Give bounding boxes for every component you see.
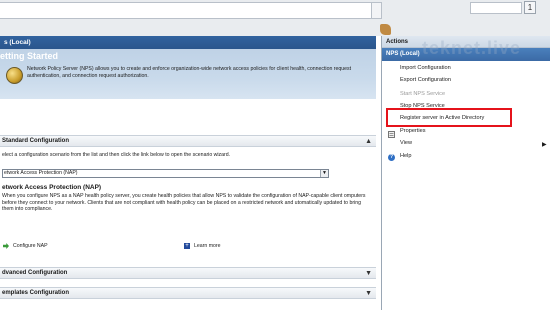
action-help[interactable]: Help xyxy=(400,153,412,159)
learn-more-link[interactable]: + Learn more xyxy=(184,243,221,249)
nps-logo-icon xyxy=(6,67,23,84)
scenario-selected-value: etwork Access Protection (NAP) xyxy=(4,170,78,176)
banner-description: Network Policy Server (NPS) allows you t… xyxy=(27,66,352,79)
expand-down-icon[interactable]: ▼ xyxy=(365,268,372,279)
snap-in-icon xyxy=(380,24,391,35)
action-import-configuration[interactable]: Import Configuration xyxy=(400,65,451,71)
pane-title: s (Local) xyxy=(0,36,376,49)
advanced-configuration-section: dvanced Configuration ▼ xyxy=(0,267,376,279)
templates-configuration-header[interactable]: emplates Configuration ▼ xyxy=(0,287,376,299)
collapse-up-icon[interactable]: ▲ xyxy=(365,136,372,147)
standard-configuration-section: Standard Configuration ▲ elect a configu… xyxy=(0,135,376,265)
advanced-configuration-header[interactable]: dvanced Configuration ▼ xyxy=(0,267,376,279)
highlight-annotation-box xyxy=(386,108,512,127)
green-arrow-icon xyxy=(3,243,9,249)
nap-description: When you configure NPS as a NAP health p… xyxy=(2,193,366,212)
banner-title: etting Started xyxy=(0,51,59,61)
right-toolbar-field[interactable] xyxy=(470,2,522,14)
help-icon: ? xyxy=(388,154,395,161)
section-title: Standard Configuration xyxy=(2,138,69,144)
expand-down-icon[interactable]: ▼ xyxy=(365,288,372,299)
scenario-select[interactable]: etwork Access Protection (NAP) ▼ xyxy=(2,169,329,178)
configure-nap-label[interactable]: Configure NAP xyxy=(13,243,48,249)
console-toolbar: 1 xyxy=(0,0,550,36)
properties-icon xyxy=(388,131,395,138)
info-plus-icon: + xyxy=(184,243,190,249)
scenario-instruction: elect a configuration scenario from the … xyxy=(2,152,231,158)
section-title: dvanced Configuration xyxy=(2,270,68,276)
chevron-down-icon[interactable]: ▼ xyxy=(320,170,328,177)
getting-started-banner: etting Started Network Policy Server (NP… xyxy=(0,49,376,99)
action-properties[interactable]: Properties xyxy=(400,128,426,134)
standard-configuration-header[interactable]: Standard Configuration ▲ xyxy=(0,135,376,147)
main-pane: s (Local) etting Started Network Policy … xyxy=(0,36,376,310)
address-dropdown[interactable] xyxy=(372,2,382,19)
nap-heading: etwork Access Protection (NAP) xyxy=(2,184,102,191)
action-start-nps-service[interactable]: Start NPS Service xyxy=(400,91,445,97)
learn-more-label[interactable]: Learn more xyxy=(194,243,221,249)
corner-button[interactable]: 1 xyxy=(524,1,536,14)
section-title: emplates Configuration xyxy=(2,290,70,296)
action-export-configuration[interactable]: Export Configuration xyxy=(400,77,451,83)
templates-configuration-section: emplates Configuration ▼ xyxy=(0,287,376,299)
actions-pane: Actions NPS (Local) teknet.live Import C… xyxy=(381,36,550,310)
submenu-arrow-icon: ▶ xyxy=(542,142,547,148)
action-view[interactable]: View xyxy=(400,140,412,146)
configure-nap-link[interactable]: Configure NAP xyxy=(3,243,48,249)
address-field[interactable] xyxy=(0,2,372,19)
watermark: teknet.live xyxy=(422,38,522,58)
